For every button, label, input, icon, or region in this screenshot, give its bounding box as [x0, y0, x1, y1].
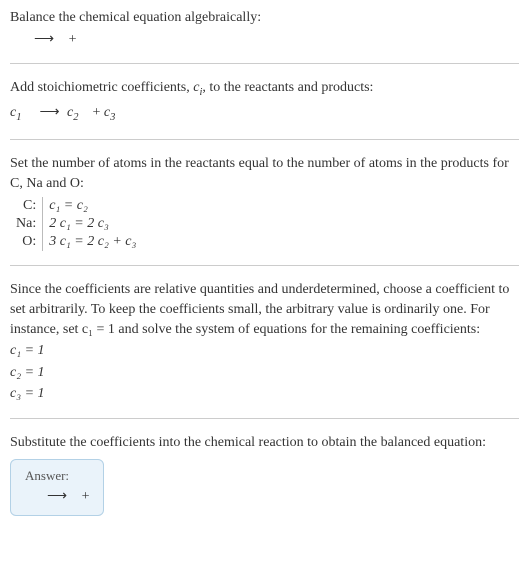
- solution-line: c₃ = 1: [10, 384, 519, 404]
- stoich-text-a: Add stoichiometric coefficients,: [10, 80, 193, 95]
- substitute-section: Substitute the coefficients into the che…: [10, 433, 519, 516]
- plus-text: +: [69, 32, 77, 47]
- arrow-icon: ⟶: [39, 103, 59, 123]
- divider: [10, 63, 519, 64]
- intro-equation: ⟶ +: [10, 30, 519, 50]
- intro-section: Balance the chemical equation algebraica…: [10, 8, 519, 49]
- atoms-table: C: c₁ = c₂ Na: 2 c₁ = 2 c₃ O: 3 c₁ = 2 c…: [10, 197, 142, 251]
- intro-line1: Balance the chemical equation algebraica…: [10, 8, 519, 28]
- atoms-intro: Set the number of atoms in the reactants…: [10, 154, 519, 193]
- divider: [10, 139, 519, 140]
- table-row: Na: 2 c₁ = 2 c₃: [10, 215, 142, 233]
- c1-var: c1: [10, 105, 21, 120]
- atom-equation: 2 c₁ = 2 c₃: [43, 215, 143, 233]
- atom-label: C:: [10, 197, 43, 215]
- solution-line: c₂ = 1: [10, 363, 519, 383]
- table-row: C: c₁ = c₂: [10, 197, 142, 215]
- plus-text: +: [82, 489, 90, 504]
- atom-label: Na:: [10, 215, 43, 233]
- stoich-section: Add stoichiometric coefficients, ci, to …: [10, 78, 519, 125]
- divider: [10, 418, 519, 419]
- atoms-section: Set the number of atoms in the reactants…: [10, 154, 519, 251]
- atom-label: O:: [10, 233, 43, 251]
- divider: [10, 265, 519, 266]
- substitute-line: Substitute the coefficients into the che…: [10, 433, 519, 453]
- answer-equation: ⟶ +: [25, 488, 89, 505]
- choose-section: Since the coefficients are relative quan…: [10, 280, 519, 404]
- answer-label: Answer:: [25, 468, 89, 484]
- choose-para: Since the coefficients are relative quan…: [10, 280, 519, 339]
- spacer: [82, 105, 89, 120]
- table-row: O: 3 c₁ = 2 c₂ + c₃: [10, 233, 142, 251]
- plus-text: +: [93, 105, 101, 120]
- arrow-icon: ⟶: [34, 30, 54, 50]
- solution-line: c₁ = 1: [10, 341, 519, 361]
- stoich-line1: Add stoichiometric coefficients, ci, to …: [10, 78, 519, 100]
- arrow-icon: ⟶: [47, 488, 67, 505]
- answer-box: Answer: ⟶ +: [10, 459, 104, 516]
- c3-var: c3: [104, 105, 115, 120]
- c2-var: c2: [67, 105, 78, 120]
- spacer: [75, 489, 79, 504]
- spacer: [25, 105, 32, 120]
- atom-equation: c₁ = c₂: [43, 197, 143, 215]
- stoich-text-b: , to the reactants and products:: [202, 80, 373, 95]
- stoich-equation: c1 ⟶ c2 + c3: [10, 103, 519, 125]
- plus-sign: [62, 32, 66, 47]
- atom-equation: 3 c₁ = 2 c₂ + c₃: [43, 233, 143, 251]
